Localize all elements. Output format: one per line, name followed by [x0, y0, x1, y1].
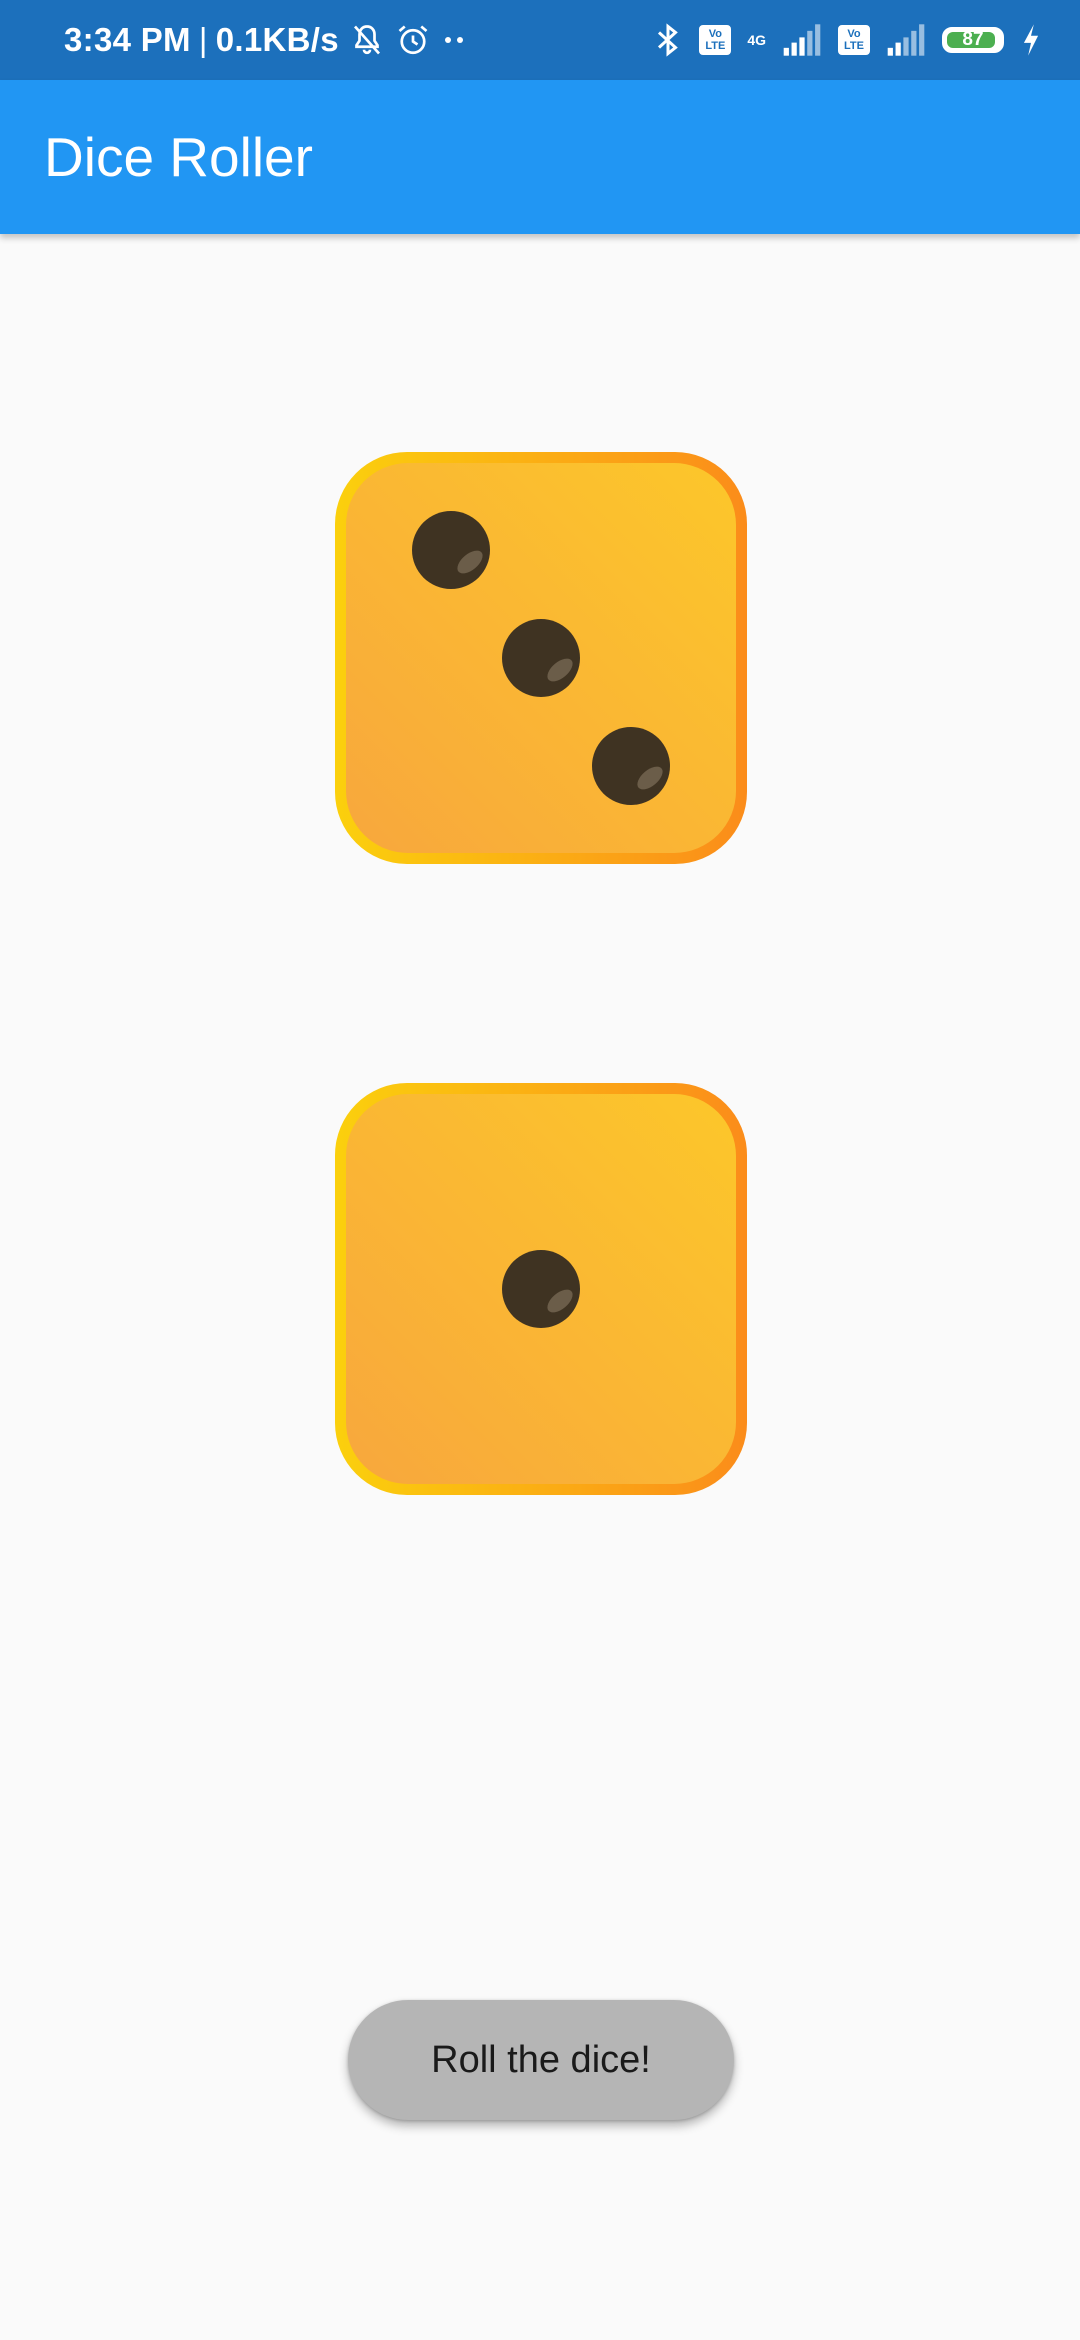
roll-button[interactable]: Roll the dice!: [348, 2000, 734, 2120]
network-type-label: 4G: [747, 32, 766, 48]
signal-icon-2: [887, 24, 925, 56]
status-speed: 0.1KB/s: [215, 21, 339, 58]
network-type: 4G: [747, 33, 766, 47]
status-bar: 3:34 PM | 0.1KB/s Vo LTE 4G Vo LTE 87: [0, 0, 1080, 80]
signal-icon: [783, 24, 821, 56]
status-left: 3:34 PM | 0.1KB/s: [64, 21, 467, 59]
bluetooth-icon: [658, 23, 679, 57]
die-pip: [502, 1250, 580, 1328]
battery-level: 87: [962, 29, 984, 50]
status-time: 3:34 PM: [64, 21, 191, 58]
alarm-icon: [398, 25, 428, 55]
charging-icon: [1023, 24, 1039, 56]
more-dots-icon: [444, 37, 463, 43]
volte-icon-2: Vo LTE: [838, 25, 870, 55]
die-pip: [502, 619, 580, 697]
die-pip: [412, 511, 490, 589]
die-bottom[interactable]: [335, 1083, 747, 1495]
die-top[interactable]: [335, 452, 747, 864]
volte-icon: Vo LTE: [699, 25, 732, 55]
status-left-icons: [349, 22, 467, 58]
status-right: Vo LTE 4G Vo LTE 87: [653, 0, 1042, 80]
app-title: Dice Roller: [44, 126, 313, 188]
die-pip: [592, 727, 670, 805]
app-bar: Dice Roller: [0, 80, 1080, 234]
status-separator: |: [198, 21, 208, 58]
battery-icon: 87: [942, 27, 1004, 53]
bell-muted-icon: [353, 25, 380, 55]
